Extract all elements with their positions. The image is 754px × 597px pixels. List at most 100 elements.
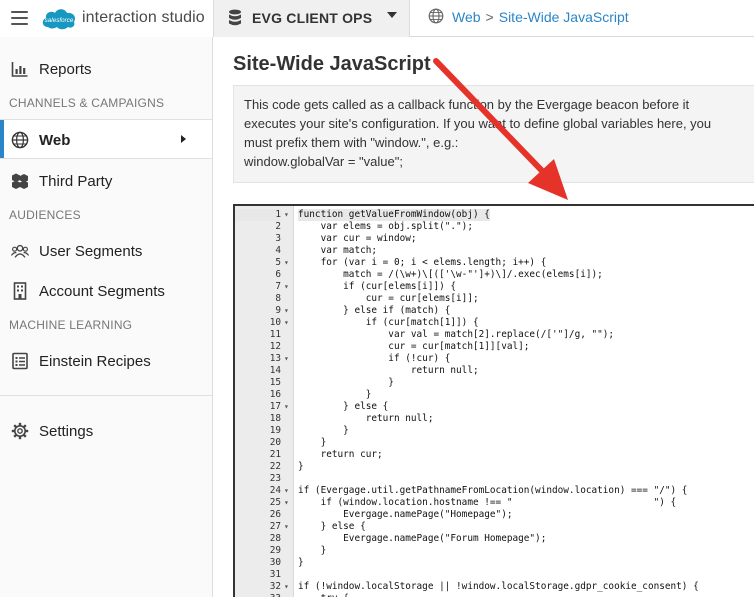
code-text: match = /(\w+)\[(['\w-"']+)\]/.exec(elem… (298, 269, 603, 280)
code-line[interactable]: 3 var cur = window; (235, 233, 754, 245)
fold-toggle-icon[interactable]: ▾ (284, 581, 292, 593)
sidebar-item-third-party[interactable]: Third Party (0, 161, 212, 201)
line-number: 2 (275, 221, 281, 232)
code-text: } (298, 461, 304, 472)
code-line[interactable]: 12 cur = cur[match[1]][val]; (235, 341, 754, 353)
code-text: var match; (298, 245, 378, 256)
code-line[interactable]: 14 return null; (235, 365, 754, 377)
code-line[interactable]: 18 return null; (235, 413, 754, 425)
section-channels-campaigns: CHANNELS & CAMPAIGNS (9, 96, 165, 110)
recipe-list-icon (12, 352, 28, 370)
sidebar-item-label: Settings (39, 423, 94, 440)
code-line[interactable]: 28 Evergage.namePage("Forum Homepage"); (235, 533, 754, 545)
line-number: 10 (269, 317, 281, 328)
code-line[interactable]: 20 } (235, 437, 754, 449)
code-line[interactable]: 6 match = /(\w+)\[(['\w-"']+)\]/.exec(el… (235, 269, 754, 281)
menu-icon[interactable] (11, 11, 28, 25)
code-text: } else { (298, 521, 366, 532)
globe-icon (11, 131, 29, 149)
code-line[interactable]: 8 cur = cur[elems[i]]; (235, 293, 754, 305)
code-text: Evergage.namePage("Forum Homepage"); (298, 533, 547, 544)
line-number: 3 (275, 233, 281, 244)
org-selector[interactable]: EVG CLIENT OPS (213, 0, 410, 37)
code-text: cur = cur[elems[i]]; (298, 293, 479, 304)
fold-toggle-icon[interactable]: ▾ (284, 593, 292, 597)
line-number: 31 (269, 569, 281, 580)
salesforce-cloud-logo[interactable]: salesforce (40, 5, 78, 31)
line-number: 7 (275, 281, 281, 292)
line-number: 13 (269, 353, 281, 364)
breadcrumb-web-link[interactable]: Web (452, 9, 481, 25)
code-line[interactable]: 11 var val = match[2].replace(/['"]/g, "… (235, 329, 754, 341)
code-line[interactable]: 23 (235, 473, 754, 485)
sidebar-item-label: Reports (39, 61, 92, 78)
code-line[interactable]: 33▾ try { (235, 593, 754, 597)
line-number: 18 (269, 413, 281, 424)
info-line: must prefix them with "window.", e.g.: (244, 135, 459, 150)
code-line[interactable]: 32 ▾ if (!window.localStorage || !window.l… (235, 581, 754, 593)
code-line[interactable]: 9 ▾ } else if (match) { (235, 305, 754, 317)
section-machine-learning: MACHINE LEARNING (9, 318, 133, 332)
fold-toggle-icon[interactable]: ▾ (284, 305, 292, 317)
code-line[interactable]: 13 ▾ if (!cur) { (235, 353, 754, 365)
line-number: 11 (269, 329, 281, 340)
fold-toggle-icon[interactable]: ▾ (284, 353, 292, 365)
fold-toggle-icon[interactable]: ▾ (284, 401, 292, 413)
line-number: 12 (269, 341, 281, 352)
sidebar-divider (0, 395, 212, 396)
sidebar-item-user-segments[interactable]: User Segments (0, 231, 212, 271)
code-line[interactable]: 19 } (235, 425, 754, 437)
sidebar-item-account-segments[interactable]: Account Segments (0, 271, 212, 311)
sidebar-item-reports[interactable]: Reports (0, 49, 212, 89)
code-line[interactable]: 5 ▾ for (var i = 0; i < elems.length; i++… (235, 257, 754, 269)
code-line[interactable]: 27 ▾ } else { (235, 521, 754, 533)
database-icon (229, 9, 241, 26)
fold-toggle-icon[interactable]: ▾ (284, 281, 292, 293)
code-text: if (window.location.hostname !== " ") { (298, 497, 677, 508)
code-line[interactable]: 7 ▾ if (cur[elems[i]]) { (235, 281, 754, 293)
code-line[interactable]: 10 ▾ if (cur[match[1]]) { (235, 317, 754, 329)
sidebar-item-einstein-recipes[interactable]: Einstein Recipes (0, 341, 212, 381)
code-text: } (298, 389, 372, 400)
code-line[interactable]: 31 (235, 569, 754, 581)
code-line[interactable]: 26 Evergage.namePage("Homepage"); (235, 509, 754, 521)
fold-toggle-icon[interactable]: ▾ (284, 257, 292, 269)
code-text: if (!cur) { (298, 353, 451, 364)
code-text: } else { (298, 401, 389, 412)
building-icon (13, 282, 27, 300)
code-line[interactable]: 21 return cur; (235, 449, 754, 461)
fold-toggle-icon[interactable]: ▾ (284, 317, 292, 329)
line-number: 9 (275, 305, 281, 316)
info-line: executes your site's configuration. If y… (244, 116, 712, 131)
code-line[interactable]: 2 var elems = obj.split("."); (235, 221, 754, 233)
fold-toggle-icon[interactable]: ▾ (284, 485, 292, 497)
code-line[interactable]: 4 var match; (235, 245, 754, 257)
sidebar-item-settings[interactable]: Settings (0, 411, 212, 451)
line-number: 20 (269, 437, 281, 448)
code-line[interactable]: 30} (235, 557, 754, 569)
code-line[interactable]: 16 } (235, 389, 754, 401)
code-text: } (298, 377, 394, 388)
code-line[interactable]: 22} (235, 461, 754, 473)
fold-toggle-icon[interactable]: ▾ (284, 209, 292, 221)
code-text: if (cur[match[1]]) { (298, 317, 479, 328)
code-line[interactable]: 24 ▾ if (Evergage.util.getPathnameFromLoca… (235, 485, 754, 497)
code-line[interactable]: 1 ▾ function getValueFromWindow(obj) { (235, 209, 754, 221)
breadcrumb-separator: > (485, 9, 494, 25)
gear-icon (11, 422, 29, 440)
code-line[interactable]: 17 ▾ } else { (235, 401, 754, 413)
code-text: } (298, 557, 304, 568)
line-number: 27 (269, 521, 281, 532)
code-line[interactable]: 25 ▾ if (window.location.hostname !== " "… (235, 497, 754, 509)
code-text: cur = cur[match[1]][val]; (298, 341, 530, 352)
code-line[interactable]: 29 } (235, 545, 754, 557)
org-name: EVG CLIENT OPS (252, 10, 373, 26)
code-line[interactable]: 15 } (235, 377, 754, 389)
code-editor[interactable]: 1 ▾ function getValueFromWindow(obj) {2 va… (233, 204, 754, 597)
fold-toggle-icon[interactable]: ▾ (284, 521, 292, 533)
sidebar-item-web[interactable]: Web (0, 119, 212, 159)
code-text: } (298, 437, 327, 448)
fold-toggle-icon[interactable]: ▾ (284, 497, 292, 509)
line-number: 17 (269, 401, 281, 412)
breadcrumb-current[interactable]: Site-Wide JavaScript (499, 9, 629, 25)
